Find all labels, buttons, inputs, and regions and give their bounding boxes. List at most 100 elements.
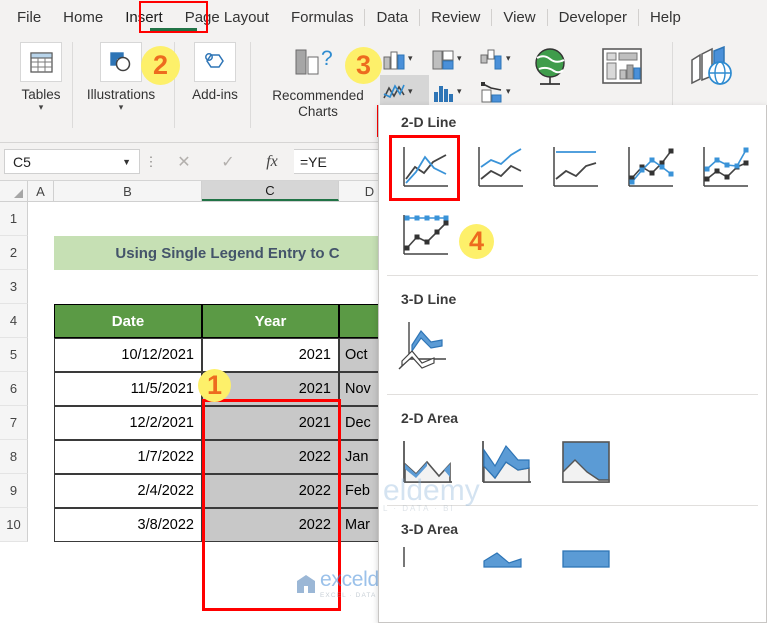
tab-developer[interactable]: Developer [548, 4, 638, 31]
tab-help[interactable]: Help [639, 4, 692, 31]
column-header-c[interactable]: C [202, 181, 339, 201]
combo-chart-button[interactable]: ▾ [478, 75, 527, 108]
illustrations-label: Illustrations [86, 87, 156, 102]
enter-icon[interactable]: ✓ [206, 152, 250, 172]
pivotchart-group[interactable] [600, 46, 646, 93]
tab-page-layout[interactable]: Page Layout [174, 4, 280, 31]
tab-formulas[interactable]: Formulas [280, 4, 365, 31]
formula-bar-handle[interactable]: ⋮ [140, 154, 162, 170]
stacked-line-chart-option[interactable] [464, 135, 535, 201]
row-header-7[interactable]: 7 [0, 406, 28, 440]
row-header-3[interactable]: 3 [0, 270, 28, 304]
cell-c3[interactable] [202, 270, 339, 304]
cell-year-9[interactable]: 2022 [202, 474, 339, 508]
cell-a3[interactable] [28, 270, 54, 304]
cell-a9[interactable] [28, 474, 54, 508]
tab-data[interactable]: Data [365, 4, 419, 31]
cell-a8[interactable] [28, 440, 54, 474]
cancel-icon[interactable]: ✕ [162, 152, 206, 172]
tab-review[interactable]: Review [420, 4, 491, 31]
gallery-divider [387, 505, 758, 506]
cell-b1[interactable] [54, 202, 202, 236]
illustrations-icon [100, 42, 142, 82]
chevron-down-icon[interactable]: ▾ [408, 53, 413, 64]
chevron-down-icon[interactable]: ▼ [122, 157, 131, 167]
row-header-5[interactable]: 5 [0, 338, 28, 372]
column-header-a[interactable]: A [28, 181, 54, 201]
cell-a2[interactable] [28, 236, 54, 270]
cell-a1[interactable] [28, 202, 54, 236]
column-chart-button[interactable]: ▾ [380, 42, 429, 75]
step-badge-2: 2 [141, 46, 180, 85]
cell-a7[interactable] [28, 406, 54, 440]
step-badge-4: 4 [459, 224, 494, 259]
cell-b3[interactable] [54, 270, 202, 304]
cell-date-6[interactable]: 11/5/2021 [54, 372, 202, 406]
step-badge-3: 3 [345, 47, 382, 84]
chevron-down-icon[interactable]: ▾ [457, 53, 462, 64]
cell-date-5[interactable]: 10/12/2021 [54, 338, 202, 372]
statistic-chart-icon [430, 80, 456, 104]
tables-group[interactable]: Tables ▾ [10, 34, 72, 139]
cell-year-8[interactable]: 2022 [202, 440, 339, 474]
select-all-corner[interactable] [0, 181, 28, 201]
stacked-line-with-markers-chart-option[interactable] [689, 135, 760, 201]
recommended-charts-icon: ? [292, 44, 344, 83]
waterfall-chart-button[interactable]: ▾ [478, 42, 527, 75]
row-header-4[interactable]: 4 [0, 304, 28, 338]
chevron-down-icon[interactable]: ▾ [119, 102, 124, 112]
table-header-year: Year [202, 304, 339, 338]
row-header-10[interactable]: 10 [0, 508, 28, 542]
cell-date-10[interactable]: 3/8/2022 [54, 508, 202, 542]
cell-a5[interactable] [28, 338, 54, 372]
chevron-down-icon[interactable]: ▾ [457, 86, 462, 97]
insert-function-icon[interactable]: fx [250, 153, 294, 171]
line-chart-button[interactable]: ▾ [380, 75, 429, 108]
tab-file[interactable]: File [6, 4, 52, 31]
addins-group[interactable]: Add-ins [184, 34, 246, 139]
hierarchy-chart-button[interactable]: ▾ [429, 42, 478, 75]
3d-map-group[interactable] [686, 45, 738, 93]
chevron-down-icon[interactable]: ▾ [39, 102, 44, 112]
tab-insert[interactable]: Insert [114, 4, 174, 31]
cell-year-7[interactable]: 2021 [202, 406, 339, 440]
row-header-6[interactable]: 6 [0, 372, 28, 406]
cell-date-8[interactable]: 1/7/2022 [54, 440, 202, 474]
3d-stacked-area-chart-option[interactable] [468, 542, 543, 572]
cell-date-7[interactable]: 12/2/2021 [54, 406, 202, 440]
row-header-1[interactable]: 1 [0, 202, 28, 236]
chevron-down-icon[interactable]: ▾ [506, 86, 511, 97]
3d-100-percent-stacked-area-chart-option[interactable] [547, 542, 622, 572]
tab-view[interactable]: View [492, 4, 546, 31]
cell-year-5[interactable]: 2021 [202, 338, 339, 372]
chevron-down-icon[interactable]: ▾ [408, 86, 413, 97]
gallery-row-3d-area [379, 542, 766, 572]
pivotchart-icon [600, 46, 646, 93]
row-header-2[interactable]: 2 [0, 236, 28, 270]
cell-date-9[interactable]: 2/4/2022 [54, 474, 202, 508]
line-with-markers-chart-option[interactable] [614, 135, 685, 201]
cell-a6[interactable] [28, 372, 54, 406]
maps-group[interactable] [528, 46, 572, 93]
column-header-b[interactable]: B [54, 181, 202, 201]
row-header-8[interactable]: 8 [0, 440, 28, 474]
cell-c1[interactable] [202, 202, 339, 236]
100-percent-stacked-area-chart-option[interactable] [547, 431, 622, 499]
tab-home[interactable]: Home [52, 4, 114, 31]
statistic-chart-button[interactable]: ▾ [429, 75, 478, 108]
area-chart-option[interactable] [389, 431, 464, 499]
chevron-down-icon[interactable]: ▾ [506, 53, 511, 64]
100-percent-stacked-line-with-markers-chart-option[interactable] [389, 203, 460, 269]
100-percent-stacked-line-chart-option[interactable] [539, 135, 610, 201]
cell-a10[interactable] [28, 508, 54, 542]
3d-area-chart-option[interactable] [389, 542, 464, 572]
stacked-area-chart-option[interactable] [468, 431, 543, 499]
cell-a4[interactable] [28, 304, 54, 338]
gallery-divider [387, 394, 758, 395]
name-box[interactable]: C5 ▼ [4, 149, 140, 174]
chart-type-buttons: ▾ ▾ ▾ ▾ ▾ ▾ [380, 42, 527, 108]
3d-line-chart-option[interactable] [389, 312, 460, 388]
line-chart-option[interactable] [389, 135, 460, 201]
row-header-9[interactable]: 9 [0, 474, 28, 508]
cell-year-10[interactable]: 2022 [202, 508, 339, 542]
